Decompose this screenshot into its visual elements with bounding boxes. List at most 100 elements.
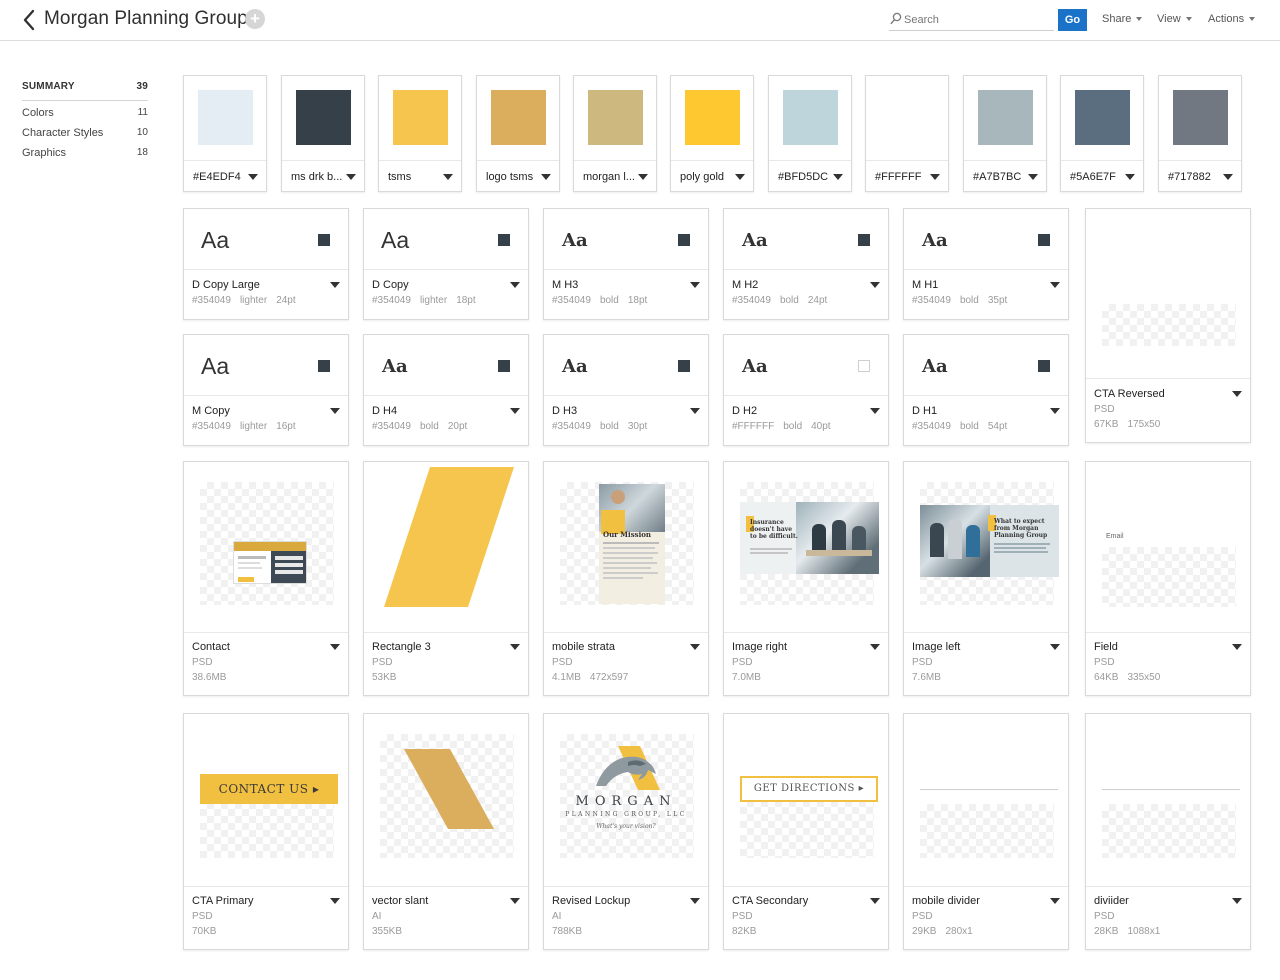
- graphic-card-mobile-strata[interactable]: Our Mission mobile strata PSD 4.1MB 472x5…: [543, 461, 709, 696]
- style-color-swatch: [498, 234, 510, 246]
- chevron-down-icon[interactable]: [690, 644, 700, 650]
- color-card[interactable]: #717882: [1158, 75, 1242, 192]
- graphic-card-contact[interactable]: Contact PSD 38.6MB: [183, 461, 349, 696]
- chevron-down-icon[interactable]: [1028, 174, 1038, 180]
- chevron-down-icon[interactable]: [833, 174, 843, 180]
- sidebar-item-character-styles[interactable]: Character Styles 10: [22, 127, 148, 147]
- color-label: morgan l...: [583, 171, 635, 183]
- graphic-card-cta-primary[interactable]: CONTACT US ▸ CTA Primary PSD 70KB: [183, 713, 349, 950]
- color-card[interactable]: morgan l...: [573, 75, 657, 192]
- color-card[interactable]: logo tsms: [476, 75, 560, 192]
- view-menu[interactable]: View: [1157, 13, 1192, 25]
- style-name: D Copy: [372, 279, 409, 291]
- chevron-down-icon[interactable]: [870, 408, 880, 414]
- style-size: 24pt: [276, 295, 296, 306]
- chevron-down-icon[interactable]: [930, 174, 940, 180]
- character-style-card[interactable]: Aa M Copy #354049 lighter 16pt: [183, 334, 349, 446]
- graphic-name: CTA Reversed: [1094, 388, 1165, 400]
- color-card[interactable]: ms drk b...: [281, 75, 365, 192]
- color-card[interactable]: tsms: [378, 75, 462, 192]
- chevron-down-icon[interactable]: [1050, 898, 1060, 904]
- cta-secondary-preview: [740, 800, 874, 858]
- character-style-card[interactable]: Aa D Copy Large #354049 lighter 24pt: [183, 208, 349, 320]
- logo-tagline: What's your vision?: [596, 823, 656, 830]
- graphic-card-cta-secondary[interactable]: GET DIRECTIONS ▸ CTA Secondary PSD 82KB: [723, 713, 889, 950]
- graphic-card-diviider[interactable]: diviider PSD 28KB 1088x1: [1085, 713, 1251, 950]
- chevron-down-icon[interactable]: [510, 408, 520, 414]
- chevron-down-icon[interactable]: [330, 898, 340, 904]
- chevron-down-icon[interactable]: [510, 644, 520, 650]
- character-style-card[interactable]: Aa M H3 #354049 bold 18pt: [543, 208, 709, 320]
- image-right-heading: Insurance doesn't have to be difficult.: [750, 519, 798, 540]
- color-label: #717882: [1168, 171, 1211, 183]
- chevron-down-icon[interactable]: [510, 282, 520, 288]
- chevron-down-icon[interactable]: [690, 282, 700, 288]
- graphic-name: Contact: [192, 641, 230, 653]
- chevron-down-icon[interactable]: [690, 898, 700, 904]
- chevron-down-icon[interactable]: [330, 282, 340, 288]
- logo-subtitle: PLANNING GROUP, LLC: [565, 811, 687, 818]
- sidebar-item-graphics[interactable]: Graphics 18: [22, 147, 148, 167]
- graphic-card-image-right[interactable]: Insurance doesn't have to be difficult. …: [723, 461, 889, 696]
- share-menu[interactable]: Share: [1102, 13, 1143, 25]
- chevron-down-icon[interactable]: [1050, 644, 1060, 650]
- color-card[interactable]: #E4EDF4: [183, 75, 267, 192]
- search-input[interactable]: [904, 11, 1052, 29]
- color-card[interactable]: #A7B7BC: [963, 75, 1047, 192]
- chevron-down-icon[interactable]: [541, 174, 551, 180]
- add-icon[interactable]: +: [245, 9, 265, 29]
- character-style-card[interactable]: Aa D H2 #FFFFFF bold 40pt: [723, 334, 889, 446]
- chevron-down-icon[interactable]: [1050, 408, 1060, 414]
- graphic-size: 7.6MB: [912, 672, 941, 683]
- graphic-card-cta-reversed[interactable]: CTA Reversed PSD 67KB 175x50: [1085, 208, 1251, 443]
- chevron-down-icon[interactable]: [1223, 174, 1233, 180]
- chevron-down-icon[interactable]: [1232, 391, 1242, 397]
- chevron-down-icon[interactable]: [1232, 898, 1242, 904]
- top-bar: Morgan Planning Group + Go Share View Ac…: [0, 0, 1280, 41]
- chevron-down-icon[interactable]: [346, 174, 356, 180]
- chevron-down-icon[interactable]: [443, 174, 453, 180]
- graphic-meta: 29KB 280x1: [912, 926, 982, 937]
- chevron-down-icon[interactable]: [1125, 174, 1135, 180]
- chevron-down-icon[interactable]: [735, 174, 745, 180]
- diviider-preview: [1102, 804, 1236, 858]
- graphic-card-field[interactable]: Email Field PSD 64KB 335x50: [1085, 461, 1251, 696]
- back-arrow-icon[interactable]: [20, 8, 40, 32]
- character-style-card[interactable]: Aa D H1 #354049 bold 54pt: [903, 334, 1069, 446]
- chevron-down-icon[interactable]: [638, 174, 648, 180]
- character-style-card[interactable]: Aa M H1 #354049 bold 35pt: [903, 208, 1069, 320]
- graphic-card-rectangle-3[interactable]: Rectangle 3 PSD 53KB: [363, 461, 529, 696]
- character-style-card[interactable]: Aa D H3 #354049 bold 30pt: [543, 334, 709, 446]
- color-card[interactable]: poly gold: [670, 75, 754, 192]
- chevron-down-icon[interactable]: [510, 898, 520, 904]
- chevron-down-icon[interactable]: [330, 408, 340, 414]
- character-style-card[interactable]: Aa D Copy #354049 lighter 18pt: [363, 208, 529, 320]
- graphic-size: 355KB: [372, 926, 403, 937]
- character-style-card[interactable]: Aa D H4 #354049 bold 20pt: [363, 334, 529, 446]
- color-card[interactable]: #5A6E7F: [1060, 75, 1144, 192]
- chevron-down-icon[interactable]: [690, 408, 700, 414]
- sidebar-item-colors[interactable]: Colors 11: [22, 107, 148, 127]
- chevron-down-icon[interactable]: [1050, 282, 1060, 288]
- actions-menu[interactable]: Actions: [1208, 13, 1256, 25]
- chevron-down-icon[interactable]: [870, 282, 880, 288]
- graphic-dims: 335x50: [1127, 672, 1161, 683]
- color-card[interactable]: #BFD5DC: [768, 75, 852, 192]
- chevron-down-icon[interactable]: [870, 644, 880, 650]
- graphic-card-revised-lockup[interactable]: MORGAN PLANNING GROUP, LLC What's your v…: [543, 713, 709, 950]
- style-color: #354049: [552, 295, 591, 306]
- chevron-down-icon[interactable]: [1232, 644, 1242, 650]
- graphic-dims: 1088x1: [1127, 926, 1161, 937]
- graphic-card-image-left[interactable]: What to expect from Morgan Planning Grou…: [903, 461, 1069, 696]
- chevron-down-icon[interactable]: [870, 898, 880, 904]
- character-style-card[interactable]: Aa M H2 #354049 bold 24pt: [723, 208, 889, 320]
- style-color: #354049: [372, 295, 411, 306]
- graphic-card-vector-slant[interactable]: vector slant AI 355KB: [363, 713, 529, 950]
- style-color-swatch: [1038, 234, 1050, 246]
- chevron-down-icon[interactable]: [330, 644, 340, 650]
- graphic-card-mobile-divider[interactable]: mobile divider PSD 29KB 280x1: [903, 713, 1069, 950]
- chevron-down-icon[interactable]: [248, 174, 258, 180]
- go-button[interactable]: Go: [1058, 9, 1087, 31]
- color-card[interactable]: #FFFFFF: [865, 75, 949, 192]
- graphic-type: PSD: [192, 911, 213, 922]
